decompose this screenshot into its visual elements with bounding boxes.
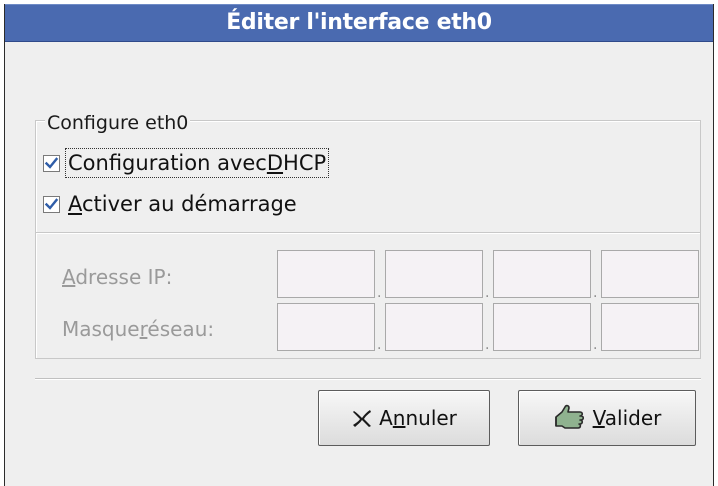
ip-octet-3-input[interactable] — [493, 250, 591, 298]
cancel-label-rest: nuler — [405, 406, 457, 430]
dhcp-label-rest: HCP — [283, 151, 327, 175]
netmask-octet-2-input[interactable] — [385, 303, 483, 351]
dhcp-checkbox[interactable] — [43, 154, 60, 172]
dialog-window: Éditer l'interface eth0 Configure eth0 C… — [4, 4, 714, 486]
cancel-button[interactable]: Annuler — [318, 390, 490, 446]
ok-label-rest: alider — [604, 406, 662, 430]
cancel-button-label: Annuler — [379, 406, 457, 430]
inner-separator — [36, 232, 700, 234]
dhcp-label-mnemonic: D — [266, 151, 284, 175]
ip-octet-2-input[interactable] — [385, 250, 483, 298]
ip-label-text: dresse IP: — [75, 265, 173, 289]
netmask-dot-3: . — [593, 337, 598, 353]
ok-hand-icon — [553, 403, 587, 433]
button-area-separator — [35, 378, 701, 380]
ok-button[interactable]: Valider — [518, 390, 696, 446]
cancel-label-mnemonic: n — [392, 406, 406, 430]
ip-dot-1: . — [377, 285, 382, 301]
title-bar[interactable]: Éditer l'interface eth0 — [5, 4, 713, 42]
netmask-dot-1: . — [377, 337, 382, 353]
onboot-label[interactable]: Activer au démarrage — [66, 190, 299, 218]
checkmark-icon — [44, 197, 59, 210]
ip-label-mnemonic: A — [62, 265, 76, 289]
cancel-label-start: A — [379, 406, 393, 430]
netmask-label-rest: éseau: — [147, 317, 215, 341]
dhcp-label-text: Configuration avec — [68, 151, 267, 175]
onboot-checkbox[interactable] — [43, 195, 60, 213]
netmask-octet-3-input[interactable] — [493, 303, 591, 351]
onboot-label-mnemonic: A — [68, 192, 82, 216]
ip-dot-3: . — [593, 285, 598, 301]
netmask-dot-2: . — [485, 337, 490, 353]
netmask-octet-4-input[interactable] — [601, 303, 699, 351]
ok-button-label: Valider — [593, 406, 662, 430]
netmask-label: Masqueréseau: — [62, 316, 214, 342]
ip-octet-1-input[interactable] — [277, 250, 375, 298]
dhcp-label[interactable]: Configuration avecDHCP — [64, 148, 330, 178]
ip-address-label: Adresse IP: — [62, 264, 172, 290]
onboot-checkbox-row[interactable]: Activer au démarrage — [43, 190, 299, 218]
netmask-octet-1-input[interactable] — [277, 303, 375, 351]
ip-dot-2: . — [485, 285, 490, 301]
configure-group-label: Configure eth0 — [45, 112, 191, 134]
dialog-title: Éditer l'interface eth0 — [226, 10, 492, 35]
cancel-x-icon — [351, 407, 373, 429]
netmask-label-text: Masque — [62, 317, 140, 341]
dhcp-checkbox-row[interactable]: Configuration avecDHCP — [43, 148, 330, 178]
checkmark-icon — [44, 156, 59, 169]
ok-label-mnemonic: V — [592, 406, 605, 430]
onboot-label-text: ctiver au démarrage — [82, 192, 297, 216]
ip-octet-4-input[interactable] — [601, 250, 699, 298]
